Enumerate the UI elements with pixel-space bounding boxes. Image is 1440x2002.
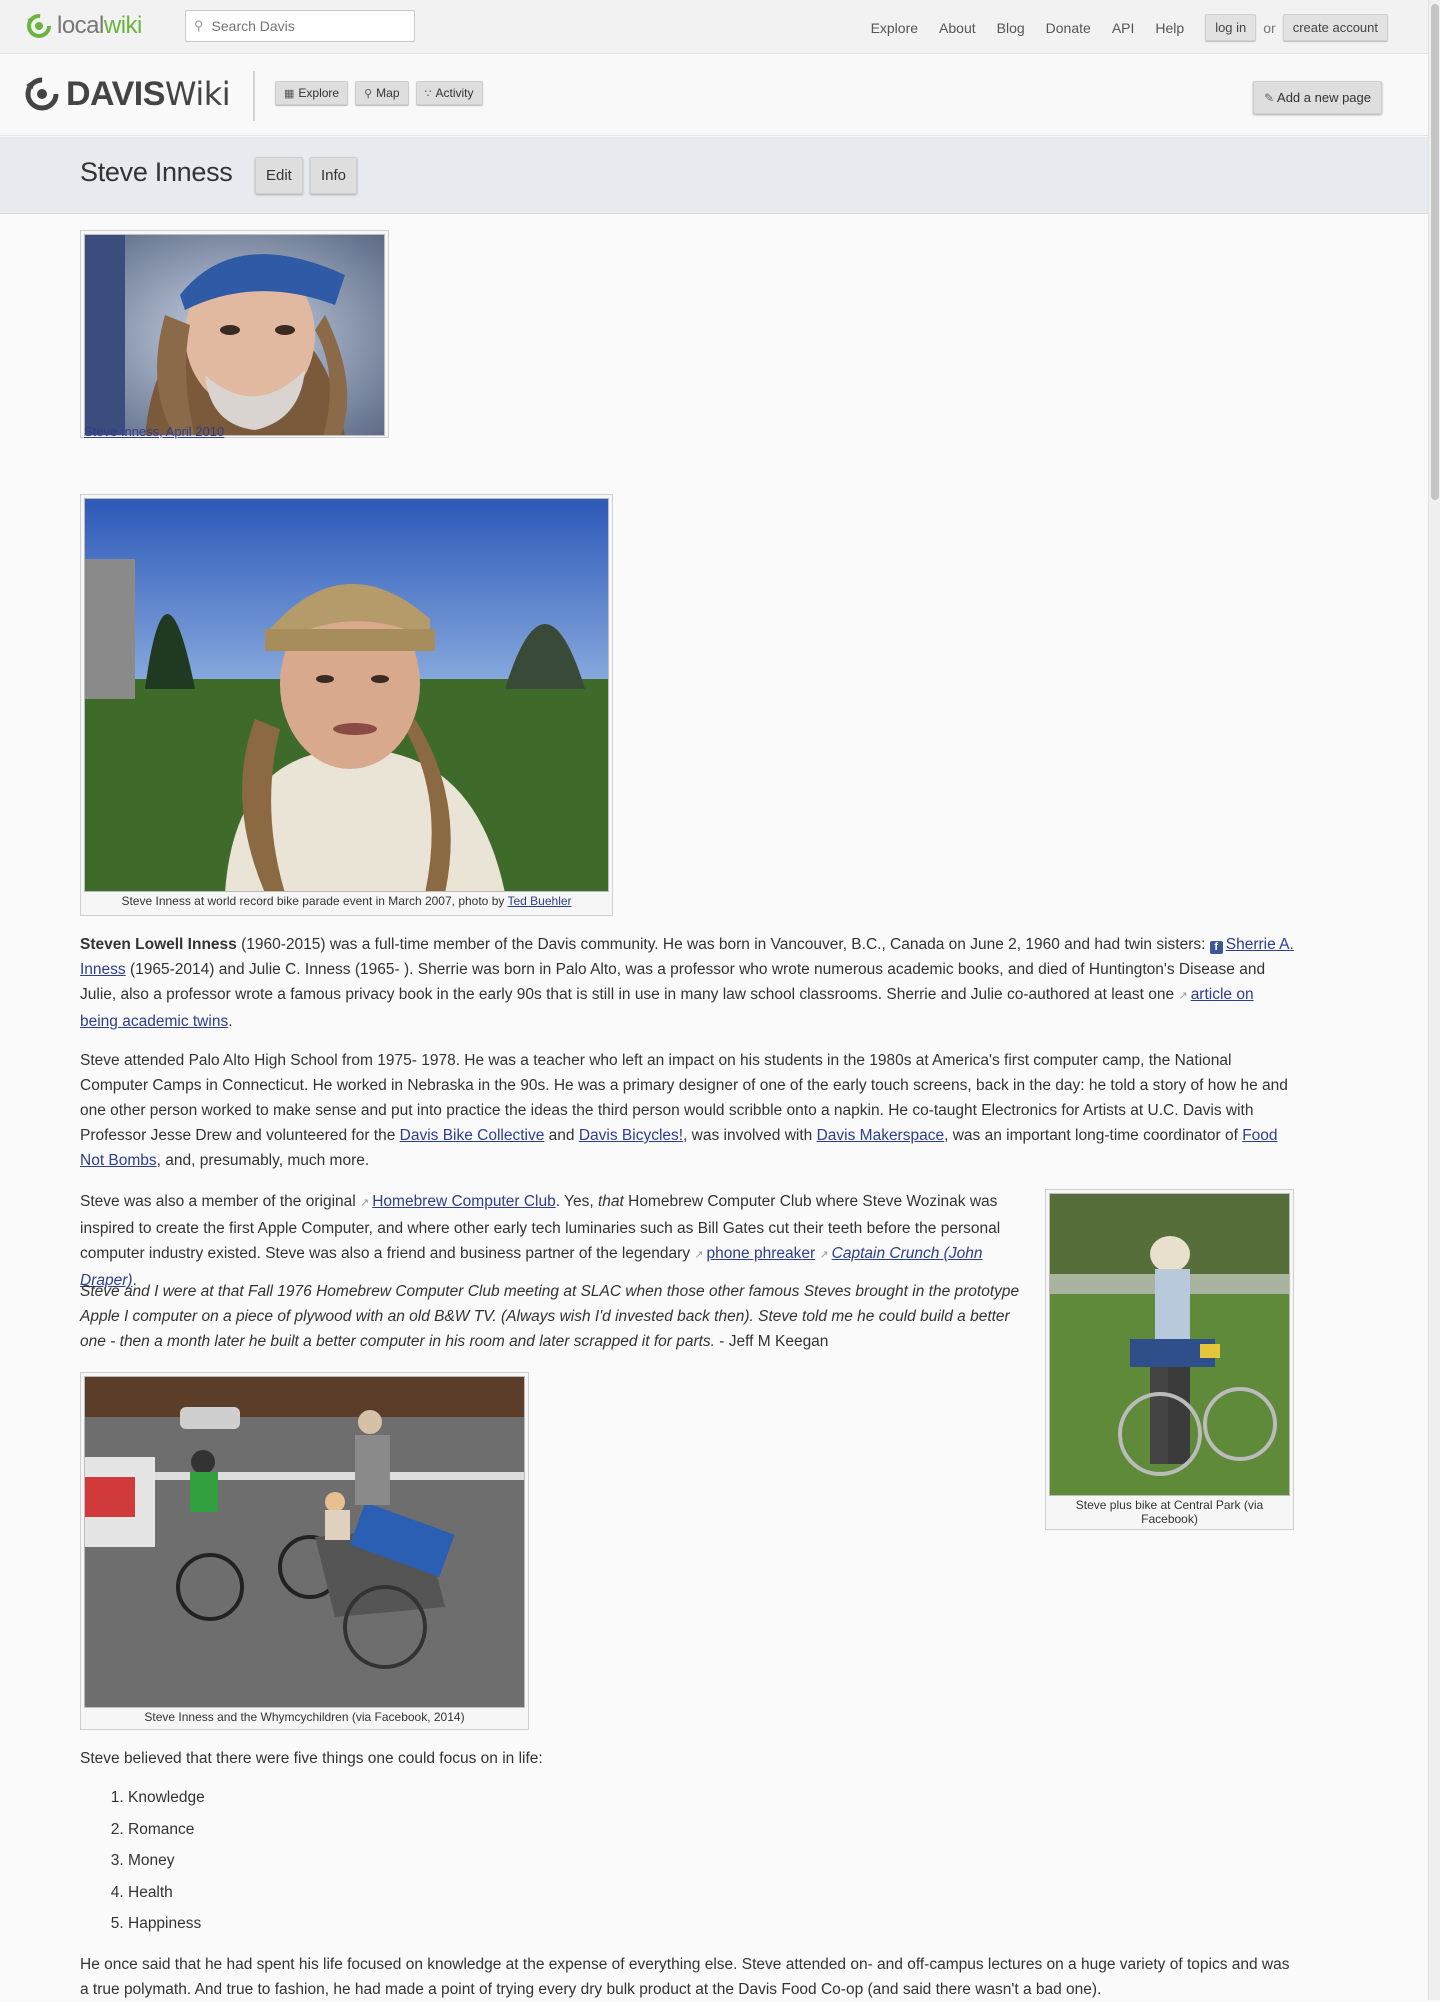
localwiki-logo[interactable]: localwiki xyxy=(24,10,142,42)
search-icon: ⚲ xyxy=(194,18,204,33)
create-account-button[interactable]: create account xyxy=(1282,14,1388,41)
add-new-page-button[interactable]: ✎ Add a new page xyxy=(1253,81,1382,114)
whymcychildren-photo[interactable] xyxy=(84,1376,525,1708)
nav-donate[interactable]: Donate xyxy=(1046,20,1091,36)
bike-parade-image xyxy=(85,499,608,891)
logo-text-local: local xyxy=(57,12,104,39)
central-park-caption: Steve plus bike at Central Park (via Fac… xyxy=(1075,1498,1264,1526)
central-park-image xyxy=(1050,1194,1289,1495)
bio-paragraph-1: Steven Lowell Inness (1960-2015) was a f… xyxy=(80,936,1294,1030)
header-divider xyxy=(253,71,255,121)
figure-portrait: Steve Inness, April 2010 xyxy=(80,230,389,439)
logo-text-wiki: wiki xyxy=(103,12,143,39)
five-things-list: Knowledge Romance Money Health Happiness xyxy=(96,1782,205,1940)
page-title-band: Steve Inness Edit Info xyxy=(0,137,1428,214)
bio-paragraph-6: He once said that he had spent his life … xyxy=(80,1956,1290,1998)
davis-bicycles-link[interactable]: Davis Bicycles! xyxy=(579,1127,683,1144)
top-bar: localwiki ⚲ Explore About Blog Donate AP… xyxy=(0,0,1428,54)
bike-parade-photo[interactable] xyxy=(84,498,609,892)
pencil-icon: ✎ xyxy=(1264,91,1275,105)
bio-paragraph-2: Steve attended Palo Alto High School fro… xyxy=(80,1052,1288,1169)
site-header: DAVISWiki ▦ Explore ⚲ Map ∵ Activity ✎ Add … xyxy=(0,55,1428,136)
external-link-icon: ↗ xyxy=(694,1249,704,1261)
homebrew-computer-club-link[interactable]: Homebrew Computer Club xyxy=(372,1193,556,1210)
nav-explore[interactable]: Explore xyxy=(871,20,918,36)
nav-help[interactable]: Help xyxy=(1155,20,1184,36)
page-scrollbar[interactable] xyxy=(1428,0,1440,2000)
rss-icon: ∵ xyxy=(424,87,432,100)
search-input[interactable] xyxy=(209,17,400,35)
logo-text-davis: DAVIS xyxy=(66,74,165,113)
map-button[interactable]: ⚲ Map xyxy=(355,81,409,105)
ted-buehler-link[interactable]: Ted Buehler xyxy=(507,894,571,908)
scrollbar-thumb[interactable] xyxy=(1431,4,1439,500)
explore-button[interactable]: ▦ Explore xyxy=(275,81,349,105)
five-things-intro: Steve believed that there were five thin… xyxy=(80,1750,543,1767)
figure-whymcychildren: Steve Inness and the Whymcychildren (via… xyxy=(80,1372,529,1730)
daviswiki-logo[interactable]: DAVISWiki xyxy=(22,74,231,114)
portrait-caption-link[interactable]: Steve Inness, April 2010 xyxy=(84,424,224,439)
external-link-icon: ↗ xyxy=(1178,990,1188,1002)
nav-api[interactable]: API xyxy=(1112,20,1135,36)
top-nav: Explore About Blog Donate API Help log i… xyxy=(850,14,1388,41)
facebook-icon: f xyxy=(1209,941,1223,954)
whymcychildren-caption: Steve Inness and the Whymcychildren (via… xyxy=(144,1710,465,1724)
portrait-image xyxy=(85,235,384,435)
list-item: Happiness xyxy=(128,1908,205,1940)
bike-parade-caption: Steve Inness at world record bike parade… xyxy=(121,894,572,908)
localwiki-logo-icon xyxy=(27,14,51,38)
explore-icon: ▦ xyxy=(284,87,295,100)
or-text: or xyxy=(1263,19,1276,36)
search-box[interactable]: ⚲ xyxy=(185,10,415,42)
davis-bike-collective-link[interactable]: Davis Bike Collective xyxy=(400,1127,545,1144)
nav-blog[interactable]: Blog xyxy=(997,20,1025,36)
central-park-photo[interactable] xyxy=(1049,1193,1290,1496)
list-item: Romance xyxy=(128,1814,205,1846)
list-item: Health xyxy=(128,1877,205,1909)
info-button[interactable]: Info xyxy=(310,157,358,194)
phone-phreaker-link[interactable]: phone phreaker xyxy=(707,1245,816,1262)
portrait-photo[interactable] xyxy=(84,234,385,436)
davis-makerspace-link[interactable]: Davis Makerspace xyxy=(817,1127,945,1144)
login-button[interactable]: log in xyxy=(1205,14,1257,41)
list-item: Knowledge xyxy=(128,1782,205,1814)
figure-bike-parade: Steve Inness at world record bike parade… xyxy=(80,494,613,916)
external-link-icon: ↗ xyxy=(360,1197,370,1209)
keegan-quote: Steve and I were at that Fall 1976 Homeb… xyxy=(80,1283,1020,1350)
edit-button[interactable]: Edit xyxy=(255,157,303,194)
full-name: Steven Lowell Inness xyxy=(80,936,237,953)
list-item: Money xyxy=(128,1845,205,1877)
nav-about[interactable]: About xyxy=(939,20,976,36)
external-link-icon: ↗ xyxy=(819,1249,829,1261)
page-title: Steve Inness xyxy=(80,157,233,187)
figure-central-park: Steve plus bike at Central Park (via Fac… xyxy=(1045,1189,1294,1530)
daviswiki-logo-icon xyxy=(25,77,59,111)
map-pin-icon: ⚲ xyxy=(364,87,373,100)
bio-paragraph-3: Steve was also a member of the original … xyxy=(80,1193,1001,1289)
logo-text-wiki-light: Wiki xyxy=(164,74,231,113)
whymcychildren-image xyxy=(85,1377,524,1707)
activity-button[interactable]: ∵ Activity xyxy=(415,81,483,105)
